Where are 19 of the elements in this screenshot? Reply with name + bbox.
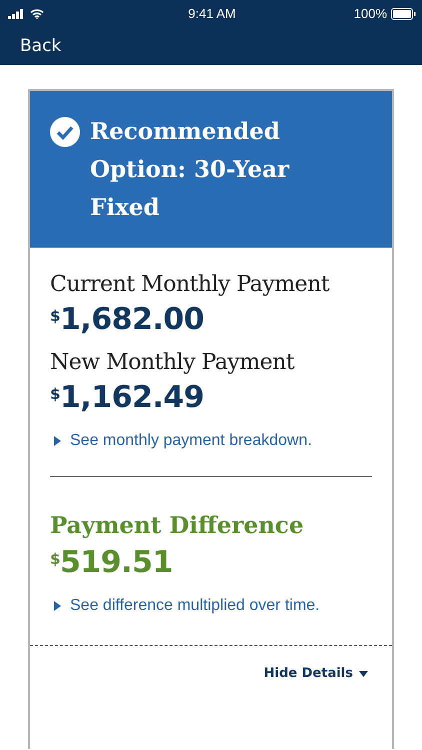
caret-icon	[359, 670, 368, 676]
back-button[interactable]: Back	[20, 36, 62, 56]
payment-label: New Monthly Payment	[50, 349, 296, 377]
caret-icon	[54, 436, 61, 446]
payment-label: Current Monthly Payment	[50, 271, 330, 299]
status-time: 9:41 AM	[188, 6, 236, 21]
expand-link[interactable]: See monthly payment breakdown.	[54, 432, 372, 450]
signal-icon	[8, 8, 24, 18]
difference-amount: $^{$}$519.51	[50, 544, 174, 582]
wifi-icon	[30, 8, 44, 18]
difference-label: Payment Difference	[50, 511, 305, 541]
hide-details-button[interactable]: Hide Details	[264, 666, 368, 681]
recommendation-title: Recommended Option: 30-Year Fixed	[90, 117, 290, 223]
payment-amount: $^{$}$1,682.00	[50, 301, 205, 339]
caret-icon	[54, 601, 61, 611]
payment-amount: $^{$}$1,162.49	[50, 379, 205, 417]
expand-link[interactable]: See difference multiplied over time.	[54, 597, 372, 615]
battery-percent: 100%	[354, 6, 387, 21]
battery-icon	[391, 8, 416, 20]
